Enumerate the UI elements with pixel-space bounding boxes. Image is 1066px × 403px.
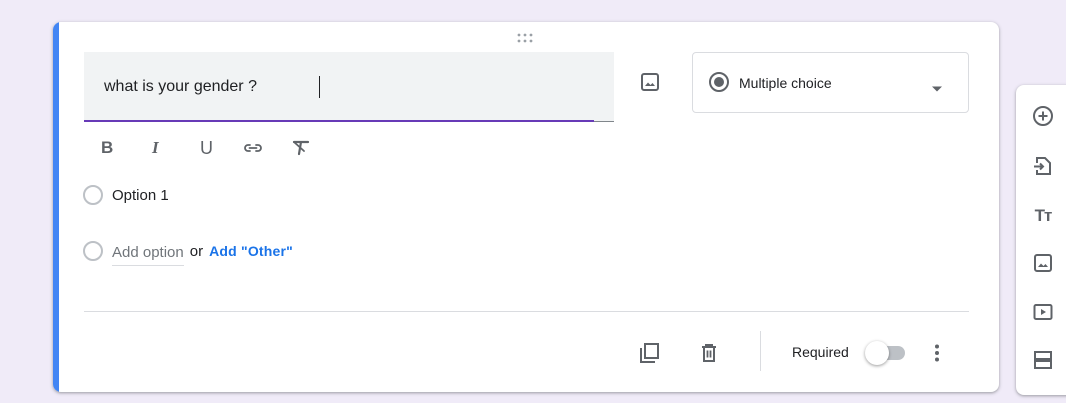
link-icon[interactable]: [241, 136, 289, 160]
active-card-indicator: [53, 22, 59, 392]
required-label: Required: [792, 344, 849, 360]
question-title-input[interactable]: [104, 74, 584, 100]
text-format-toolbar: B I U: [97, 136, 337, 160]
radio-button-checked-icon: [707, 70, 731, 99]
option-label[interactable]: Option 1: [112, 187, 169, 204]
add-section-icon[interactable]: [1031, 348, 1055, 372]
duplicate-icon[interactable]: [637, 341, 661, 365]
italic-button[interactable]: I: [145, 136, 193, 160]
radio-circle: [83, 185, 103, 205]
add-image-icon[interactable]: [1031, 251, 1055, 275]
question-card[interactable]: Multiple choice B I U Option 1 Add optio…: [53, 22, 999, 392]
floating-toolbar: Tт: [1016, 85, 1066, 395]
add-option-input[interactable]: Add option: [112, 244, 184, 266]
add-other-button[interactable]: Add "Other": [209, 243, 293, 259]
dropdown-arrow-icon: [931, 80, 943, 98]
import-questions-icon[interactable]: [1031, 154, 1055, 178]
add-title-description-icon[interactable]: Tт: [1031, 204, 1055, 228]
text-cursor: [319, 76, 320, 98]
question-type-label: Multiple choice: [739, 75, 832, 91]
bold-button[interactable]: B: [97, 136, 145, 160]
question-title-field[interactable]: [84, 52, 614, 122]
required-toggle[interactable]: [865, 341, 909, 365]
option-row[interactable]: Option 1: [83, 182, 169, 208]
add-video-icon[interactable]: [1031, 300, 1055, 324]
footer-divider: [84, 311, 969, 312]
more-options-icon[interactable]: [925, 341, 949, 365]
delete-icon[interactable]: [697, 341, 721, 365]
clear-formatting-icon[interactable]: [289, 136, 337, 160]
footer-vertical-divider: [760, 331, 761, 371]
focus-underline: [84, 120, 594, 122]
drag-handle-icon[interactable]: [515, 32, 535, 44]
question-type-dropdown[interactable]: Multiple choice: [692, 52, 969, 113]
add-image-icon[interactable]: [638, 70, 662, 94]
radio-circle: [83, 241, 103, 261]
or-text: or: [189, 242, 204, 260]
add-question-icon[interactable]: [1031, 104, 1055, 128]
add-option-row: Add option or Add "Other": [83, 238, 293, 266]
underline-button[interactable]: U: [193, 136, 241, 160]
toggle-thumb: [865, 341, 889, 365]
